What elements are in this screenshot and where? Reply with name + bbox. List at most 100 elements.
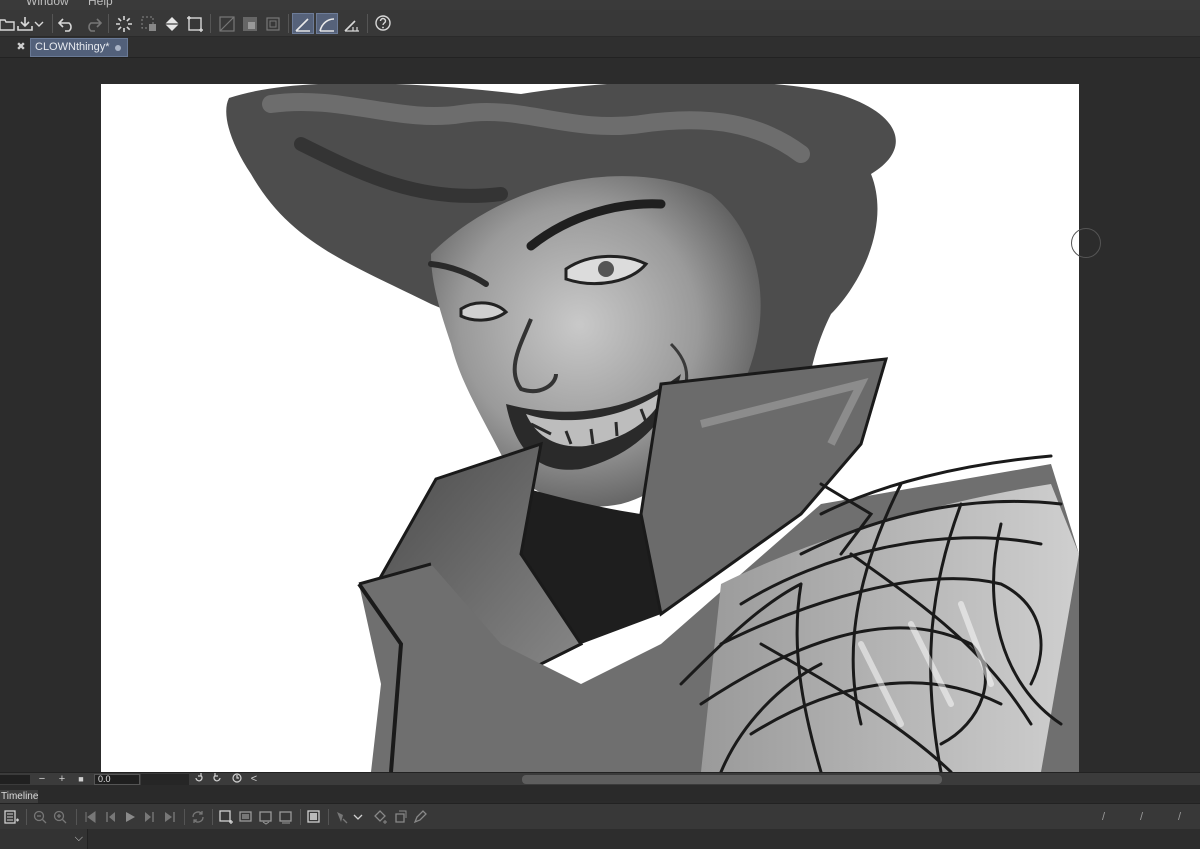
chevron-down-icon: ⌵ bbox=[74, 832, 83, 844]
unsaved-dot-icon[interactable] bbox=[115, 45, 121, 51]
undo-icon bbox=[58, 17, 72, 32]
menu-window[interactable]: Window bbox=[26, 0, 69, 8]
clear-button[interactable] bbox=[138, 13, 160, 34]
insert-keyframe-icon bbox=[374, 810, 387, 824]
collapse-status-button[interactable]: < bbox=[247, 773, 261, 785]
chevron-down-icon bbox=[353, 814, 363, 820]
snap-to-ruler-toggle[interactable] bbox=[292, 13, 314, 34]
transform-icon bbox=[187, 15, 203, 32]
canvas-workspace[interactable] bbox=[0, 58, 1200, 772]
snap-to-special-ruler-toggle[interactable] bbox=[316, 13, 338, 34]
go-to-start-button[interactable] bbox=[82, 809, 98, 825]
loading-button[interactable] bbox=[113, 13, 135, 34]
duplicate-keyframe-button[interactable] bbox=[392, 809, 408, 825]
timeline-ruler-tick: / bbox=[1178, 811, 1182, 823]
keyframe-button[interactable] bbox=[334, 809, 350, 825]
insert-keyframe-button[interactable] bbox=[372, 809, 388, 825]
horizontal-scrollbar[interactable] bbox=[522, 775, 942, 784]
onion-skin-button[interactable] bbox=[306, 809, 322, 825]
rotate-right-button[interactable] bbox=[210, 773, 224, 785]
new-animation-cel-button[interactable] bbox=[218, 809, 234, 825]
rotate-left-button[interactable] bbox=[192, 773, 206, 785]
save-options-dropdown[interactable] bbox=[32, 13, 46, 34]
play-button[interactable] bbox=[122, 809, 138, 825]
previous-frame-icon bbox=[106, 812, 115, 822]
timeline-zoom-out-button[interactable] bbox=[32, 809, 48, 825]
rotate-right-icon bbox=[213, 773, 221, 782]
skip-start-icon bbox=[85, 811, 96, 823]
clear-outside-button[interactable] bbox=[239, 13, 261, 34]
invert-selection-button[interactable] bbox=[216, 13, 238, 34]
timeline-zoom-in-button[interactable] bbox=[52, 809, 68, 825]
clown-portrait-artwork bbox=[226, 84, 1079, 772]
loop-icon bbox=[192, 811, 204, 823]
timeline-ruler-tick: / bbox=[1140, 811, 1144, 823]
cel-specification-button[interactable] bbox=[258, 809, 274, 825]
keyframe-dropdown[interactable] bbox=[352, 809, 364, 825]
duplicate-keyframe-icon bbox=[395, 810, 407, 823]
crop-icon bbox=[266, 16, 280, 31]
timeline-menu-button[interactable] bbox=[4, 809, 20, 825]
transform-button[interactable] bbox=[184, 13, 206, 34]
edit-keyframe-button[interactable] bbox=[412, 809, 428, 825]
assign-cel-icon bbox=[239, 811, 252, 822]
play-icon bbox=[126, 812, 135, 822]
fill-icon bbox=[165, 16, 179, 31]
zoom-slider[interactable] bbox=[0, 775, 30, 784]
timeline-track-area bbox=[0, 829, 1200, 849]
rotation-angle-field[interactable]: 0.0 bbox=[94, 774, 140, 785]
fit-view-button[interactable]: ■ bbox=[74, 773, 88, 785]
fill-button[interactable] bbox=[161, 13, 183, 34]
clear-cel-button[interactable] bbox=[278, 809, 294, 825]
timeline-toolbar: / / / bbox=[0, 803, 1200, 829]
cel-spec-icon bbox=[259, 811, 272, 825]
rotation-slider[interactable] bbox=[141, 774, 189, 785]
zoom-in-button[interactable]: + bbox=[55, 773, 69, 785]
reset-rotation-icon bbox=[232, 773, 242, 783]
clear-outside-icon bbox=[243, 16, 257, 31]
brush-cursor-icon bbox=[1071, 228, 1101, 258]
reset-rotation-button[interactable] bbox=[230, 773, 244, 785]
new-cel-icon bbox=[219, 810, 233, 824]
next-frame-icon bbox=[145, 812, 154, 822]
timeline-ruler-tick: / bbox=[1102, 811, 1106, 823]
canvas-status-bar: − + ■ 0.0 < bbox=[0, 772, 1200, 785]
rotate-left-icon bbox=[195, 773, 203, 782]
snap-grid-icon bbox=[344, 19, 359, 32]
clear-icon bbox=[141, 16, 156, 31]
drawing-canvas[interactable] bbox=[101, 84, 1079, 772]
keyframe-icon bbox=[337, 812, 348, 824]
help-button[interactable] bbox=[372, 13, 394, 34]
zoom-out-button[interactable]: − bbox=[35, 773, 49, 785]
menu-bar: Window Help bbox=[0, 0, 1200, 10]
redo-button[interactable] bbox=[82, 13, 104, 34]
clear-cel-icon bbox=[279, 811, 292, 824]
redo-icon bbox=[88, 17, 102, 32]
go-to-end-button[interactable] bbox=[162, 809, 178, 825]
document-tab-title: CLOWNthingy* bbox=[35, 41, 110, 53]
zoom-in-icon bbox=[53, 810, 67, 824]
loop-playback-button[interactable] bbox=[190, 809, 206, 825]
timeline-tab[interactable]: Timeline bbox=[0, 790, 38, 803]
snap-special-ruler-icon bbox=[319, 17, 335, 32]
close-all-tabs-icon[interactable]: ✖ bbox=[14, 40, 28, 54]
help-icon bbox=[375, 14, 391, 31]
command-bar bbox=[0, 10, 1200, 37]
assign-cel-button[interactable] bbox=[238, 809, 254, 825]
previous-frame-button[interactable] bbox=[102, 809, 118, 825]
next-frame-button[interactable] bbox=[142, 809, 158, 825]
undo-button[interactable] bbox=[56, 13, 78, 34]
dropdown-icon bbox=[34, 21, 44, 27]
menu-help[interactable]: Help bbox=[88, 0, 113, 8]
open-file-icon bbox=[0, 18, 15, 31]
timeline-menu-icon bbox=[4, 810, 19, 824]
snap-ruler-icon bbox=[295, 17, 310, 32]
zoom-out-icon bbox=[33, 810, 47, 824]
document-tab[interactable]: CLOWNthingy* bbox=[30, 38, 128, 57]
crop-button[interactable] bbox=[262, 13, 284, 34]
pencil-icon bbox=[413, 810, 427, 824]
snap-to-grid-toggle[interactable] bbox=[341, 13, 363, 34]
timeline-header bbox=[0, 785, 1200, 801]
track-selector[interactable]: ⌵ bbox=[0, 829, 88, 849]
skip-end-icon bbox=[165, 812, 175, 822]
